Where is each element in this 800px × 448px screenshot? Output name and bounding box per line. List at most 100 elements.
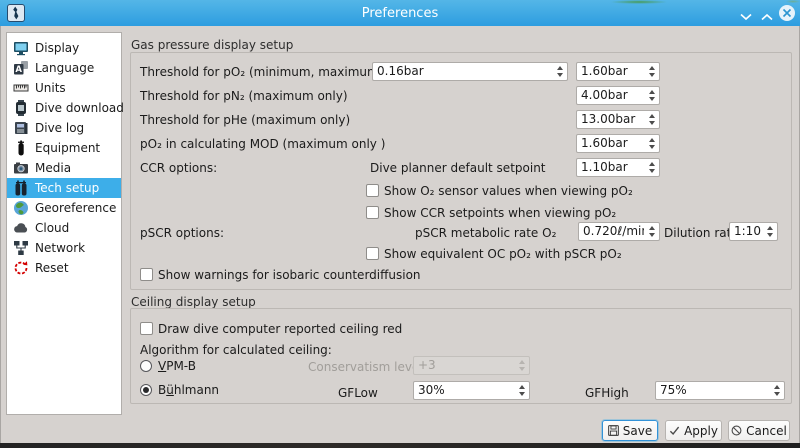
vpmb-label-rest: PM-B xyxy=(166,359,196,373)
save-button-label: Save xyxy=(623,424,652,438)
mod-po2-spinbox[interactable]: 1.60bar xyxy=(576,134,660,153)
cloud-icon xyxy=(13,220,29,236)
close-icon[interactable] xyxy=(779,5,795,21)
spinner-arrows[interactable] xyxy=(644,63,659,80)
spinner-arrows[interactable] xyxy=(514,382,529,399)
preferences-window: Preferences Display A Language xyxy=(0,0,800,448)
dilution-ratio-spinbox[interactable]: 1:10 xyxy=(729,222,778,241)
metabolic-rate-spinbox[interactable]: 0.720ℓ/min xyxy=(578,222,660,241)
po2-max-value: 1.60bar xyxy=(577,63,644,80)
gfhigh-spinbox[interactable]: 75% xyxy=(655,381,785,400)
cancel-icon xyxy=(731,425,742,436)
units-icon xyxy=(13,80,29,96)
spinner-arrows[interactable] xyxy=(644,135,659,152)
sidebar-item-label: Media xyxy=(35,161,71,175)
metabolic-rate-value: 0.720ℓ/min xyxy=(579,223,644,240)
apply-button[interactable]: Apply xyxy=(665,420,722,441)
spinner-arrows[interactable] xyxy=(644,223,659,240)
sidebar: Display A Language Units Dive download D… xyxy=(6,32,122,415)
maximize-icon[interactable] xyxy=(761,10,773,18)
buhlmann-radio[interactable] xyxy=(140,384,152,396)
setpoint-value: 1.10bar xyxy=(577,159,644,176)
titlebar[interactable]: Preferences xyxy=(0,0,800,26)
apply-button-label: Apply xyxy=(684,424,718,438)
sidebar-item-label: Cloud xyxy=(35,221,69,235)
sidebar-item-georeference[interactable]: Georeference xyxy=(7,198,121,218)
sidebar-item-label: Dive log xyxy=(35,121,84,135)
sidebar-item-label: Reset xyxy=(35,261,69,275)
mod-po2-value: 1.60bar xyxy=(577,135,644,152)
sidebar-item-cloud[interactable]: Cloud xyxy=(7,218,121,238)
pn2-threshold-label: Threshold for pN₂ (maximum only) xyxy=(140,89,348,103)
conservatism-spinbox: +3 xyxy=(413,356,530,375)
conservatism-label: Conservatism level xyxy=(308,360,423,374)
pscr-options-label: pSCR options: xyxy=(140,226,224,240)
draw-ceiling-red-checkbox[interactable] xyxy=(140,322,153,335)
show-ccr-setpoints-checkbox[interactable] xyxy=(366,206,379,219)
media-icon xyxy=(13,160,29,176)
spinner-arrows xyxy=(514,357,529,374)
vpmb-label: VPM-B xyxy=(158,359,196,373)
po2-max-spinbox[interactable]: 1.60bar xyxy=(576,62,660,81)
sidebar-item-label: Display xyxy=(35,41,79,55)
sidebar-item-reset[interactable]: Reset xyxy=(7,258,121,278)
buhlmann-mnemonic: ü xyxy=(166,383,174,397)
sidebar-item-label: Network xyxy=(35,241,85,255)
gflow-spinbox[interactable]: 30% xyxy=(413,381,530,400)
show-ccr-setpoints-label: Show CCR setpoints when viewing pO₂ xyxy=(384,206,616,220)
spinner-arrows[interactable] xyxy=(644,159,659,176)
spinner-arrows[interactable] xyxy=(762,223,777,240)
spinner-arrows[interactable] xyxy=(552,63,567,80)
show-equivalent-oc-label: Show equivalent OC pO₂ with pSCR pO₂ xyxy=(384,247,622,261)
pn2-max-spinbox[interactable]: 4.00bar xyxy=(576,86,660,105)
sidebar-item-units[interactable]: Units xyxy=(7,78,121,98)
sidebar-item-dive-log[interactable]: Dive log xyxy=(7,118,121,138)
metabolic-rate-label: pSCR metabolic rate O₂ xyxy=(415,226,556,240)
wallpaper-artifact xyxy=(786,0,800,3)
equipment-icon xyxy=(13,140,29,156)
setpoint-label: Dive planner default setpoint xyxy=(370,161,546,175)
sidebar-item-dive-download[interactable]: Dive download xyxy=(7,98,121,118)
pn2-max-value: 4.00bar xyxy=(577,87,644,104)
spinner-arrows[interactable] xyxy=(644,111,659,128)
isobaric-warnings-label: Show warnings for isobaric counterdiffus… xyxy=(158,268,421,282)
sidebar-item-label: Language xyxy=(35,61,94,75)
sidebar-item-label: Dive download xyxy=(35,101,124,115)
network-icon xyxy=(13,240,29,256)
spinner-arrows[interactable] xyxy=(644,87,659,104)
vpmb-mnemonic: V xyxy=(158,359,166,373)
gfhigh-value: 75% xyxy=(656,382,769,399)
po2-min-spinbox[interactable]: 0.16bar xyxy=(372,62,568,81)
phe-max-spinbox[interactable]: 13.00bar xyxy=(576,110,660,129)
sidebar-item-network[interactable]: Network xyxy=(7,238,121,258)
conservatism-value: +3 xyxy=(414,357,514,374)
spinner-arrows[interactable] xyxy=(769,382,784,399)
svg-text:A: A xyxy=(15,65,22,75)
vpmb-radio[interactable] xyxy=(140,360,152,372)
isobaric-warnings-checkbox[interactable] xyxy=(140,268,153,281)
save-button[interactable]: Save xyxy=(602,420,658,441)
buhlmann-label-pre: B xyxy=(158,383,166,397)
tech-setup-icon xyxy=(13,180,29,196)
dilution-ratio-value: 1:10 xyxy=(730,223,762,240)
cancel-button-label: Cancel xyxy=(746,424,787,438)
sidebar-item-language[interactable]: A Language xyxy=(7,58,121,78)
window-title: Preferences xyxy=(0,6,800,21)
sidebar-item-equipment[interactable]: Equipment xyxy=(7,138,121,158)
algorithm-label: Algorithm for calculated ceiling: xyxy=(140,343,332,357)
sidebar-item-media[interactable]: Media xyxy=(7,158,121,178)
sidebar-item-label: Georeference xyxy=(35,201,116,215)
group-title-gas-pressure: Gas pressure display setup xyxy=(131,39,293,52)
cancel-button[interactable]: Cancel xyxy=(728,420,790,441)
draw-ceiling-red-label: Draw dive computer reported ceiling red xyxy=(158,322,402,336)
show-equivalent-oc-checkbox[interactable] xyxy=(366,247,379,260)
language-icon: A xyxy=(13,60,29,76)
sidebar-item-tech-setup[interactable]: Tech setup xyxy=(7,178,121,198)
gflow-value: 30% xyxy=(414,382,514,399)
show-o2-sensor-checkbox[interactable] xyxy=(366,184,379,197)
sidebar-item-display[interactable]: Display xyxy=(7,38,121,58)
minimize-icon[interactable] xyxy=(740,10,752,18)
mod-po2-label: pO₂ in calculating MOD (maximum only ) xyxy=(140,137,385,151)
ccr-options-label: CCR options: xyxy=(140,161,217,175)
setpoint-spinbox[interactable]: 1.10bar xyxy=(576,158,660,177)
